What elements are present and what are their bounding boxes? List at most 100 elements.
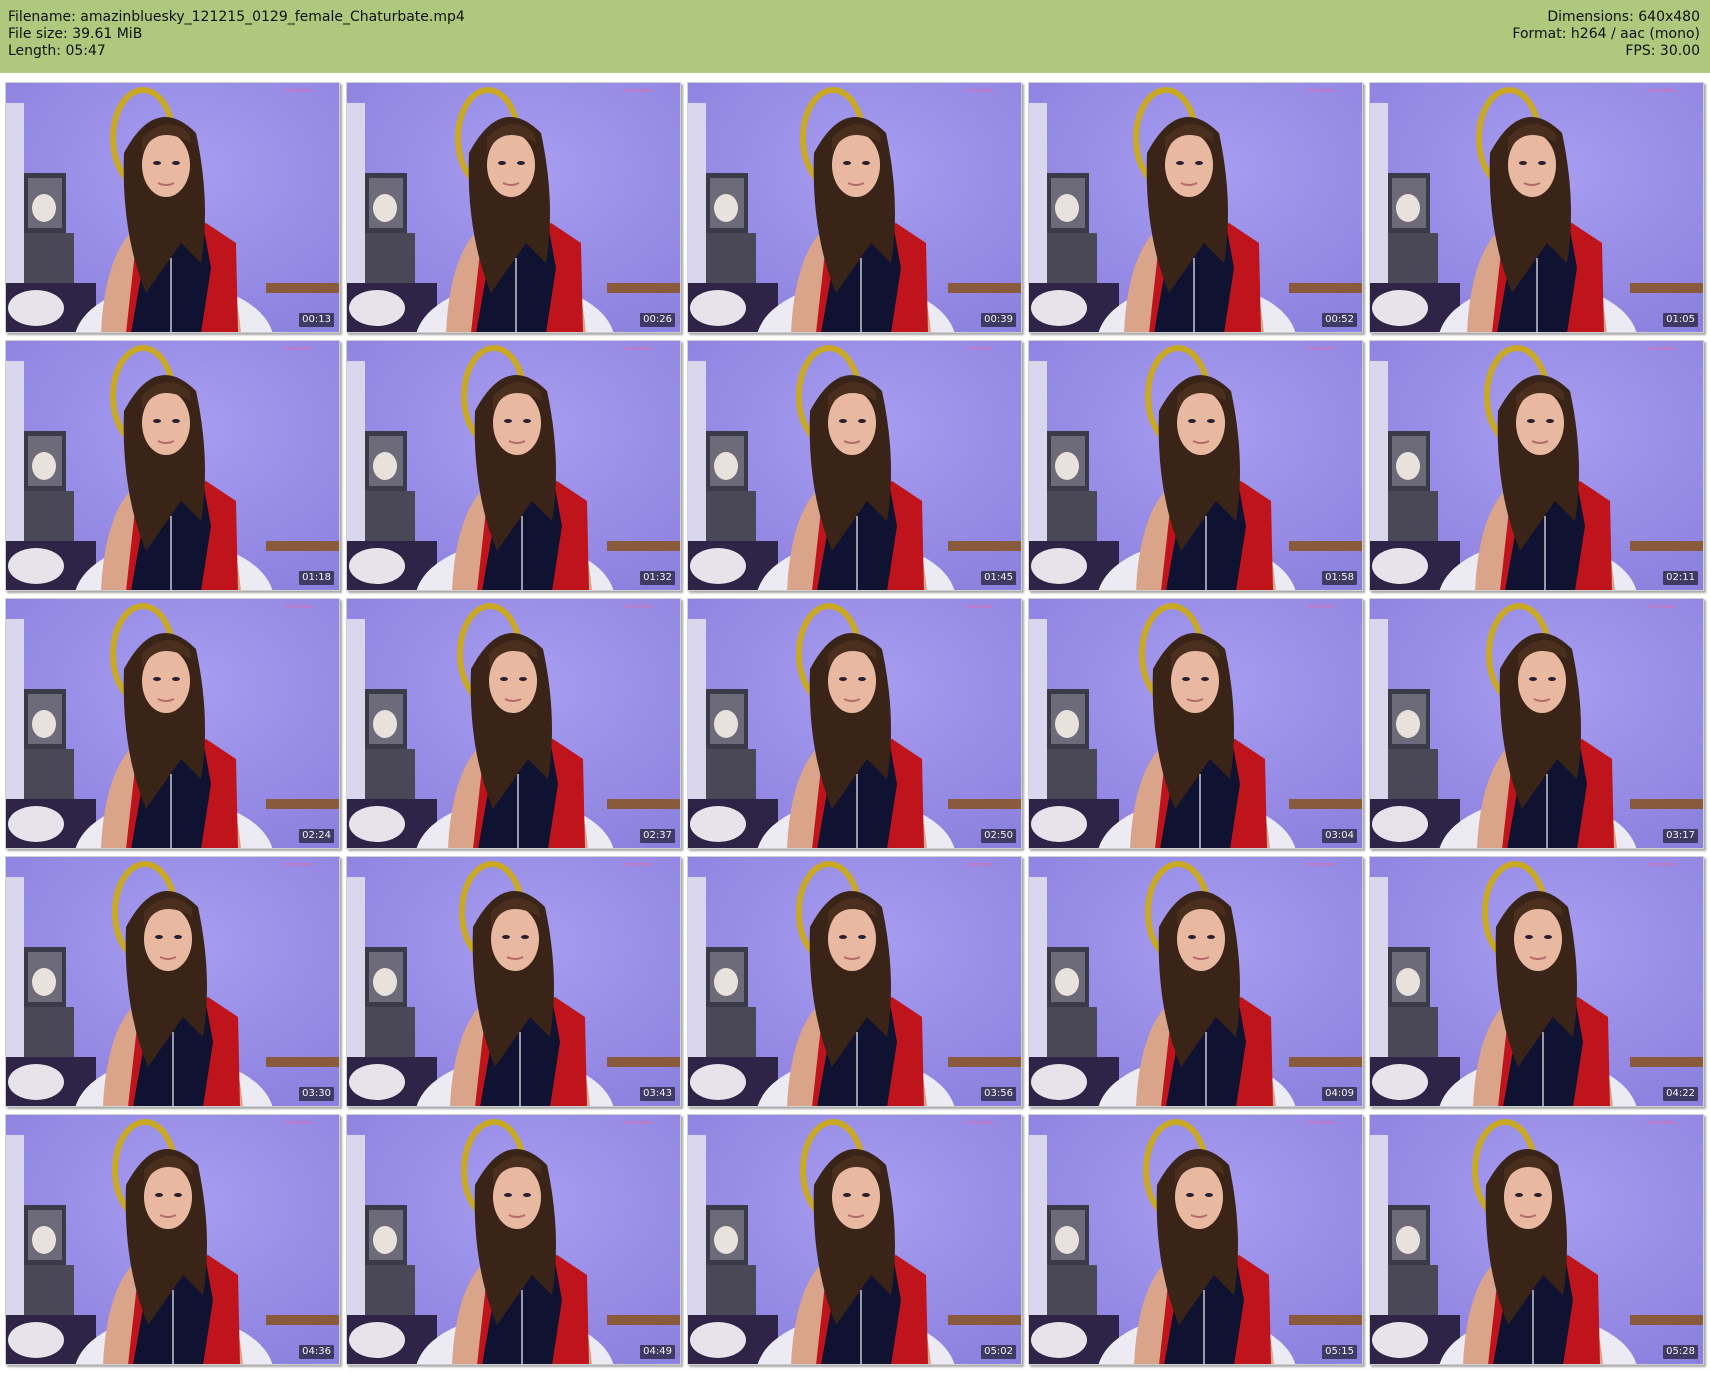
svg-text:chaturbate: chaturbate xyxy=(1648,346,1675,352)
video-thumbnail[interactable]: chaturbate 01:45 xyxy=(687,340,1022,591)
video-thumbnail[interactable]: chaturbate 01:32 xyxy=(346,340,681,591)
svg-text:chaturbate: chaturbate xyxy=(625,346,652,352)
timestamp-label: 02:37 xyxy=(640,829,675,843)
timestamp-label: 02:24 xyxy=(299,829,334,843)
svg-text:chaturbate: chaturbate xyxy=(284,1120,311,1126)
video-thumbnail[interactable]: chaturbate 05:15 xyxy=(1028,1114,1363,1365)
frame-image: chaturbate xyxy=(1370,341,1703,590)
frame-image: chaturbate xyxy=(6,599,339,848)
svg-text:chaturbate: chaturbate xyxy=(625,1120,652,1126)
video-thumbnail[interactable]: chaturbate 02:37 xyxy=(346,598,681,849)
frame-image: chaturbate xyxy=(688,857,1021,1106)
svg-text:chaturbate: chaturbate xyxy=(1307,346,1334,352)
frame-image: chaturbate xyxy=(1370,1115,1703,1364)
svg-text:chaturbate: chaturbate xyxy=(1648,604,1675,610)
timestamp-label: 04:09 xyxy=(1322,1087,1357,1101)
frame-image: chaturbate xyxy=(6,1115,339,1364)
frame-image: chaturbate xyxy=(688,1115,1021,1364)
frame-image: chaturbate xyxy=(6,857,339,1106)
video-thumbnail[interactable]: chaturbate 00:26 xyxy=(346,82,681,333)
video-thumbnail[interactable]: chaturbate 03:30 xyxy=(5,856,340,1107)
file-info: Filename: amazinbluesky_121215_0129_fema… xyxy=(8,9,465,60)
timestamp-label: 04:36 xyxy=(299,1345,334,1359)
timestamp-label: 05:02 xyxy=(981,1345,1016,1359)
svg-text:chaturbate: chaturbate xyxy=(1307,88,1334,94)
svg-text:chaturbate: chaturbate xyxy=(966,604,993,610)
timestamp-label: 03:17 xyxy=(1663,829,1698,843)
timestamp-label: 05:15 xyxy=(1322,1345,1357,1359)
timestamp-label: 00:52 xyxy=(1322,313,1357,327)
frame-image: chaturbate xyxy=(1029,341,1362,590)
timestamp-label: 03:43 xyxy=(640,1087,675,1101)
frame-image: chaturbate xyxy=(347,83,680,332)
timestamp-label: 05:28 xyxy=(1663,1345,1698,1359)
svg-text:chaturbate: chaturbate xyxy=(966,1120,993,1126)
timestamp-label: 04:49 xyxy=(640,1345,675,1359)
video-thumbnail[interactable]: chaturbate 01:58 xyxy=(1028,340,1363,591)
frame-image: chaturbate xyxy=(347,1115,680,1364)
video-thumbnail[interactable]: chaturbate 03:17 xyxy=(1369,598,1704,849)
contact-sheet: chaturbate 00:13 chaturbate 00:26 chatur… xyxy=(0,73,1710,1373)
video-thumbnail[interactable]: chaturbate 02:11 xyxy=(1369,340,1704,591)
frame-image: chaturbate xyxy=(688,341,1021,590)
frame-image: chaturbate xyxy=(1029,599,1362,848)
svg-text:chaturbate: chaturbate xyxy=(1648,88,1675,94)
fps-text: FPS: 30.00 xyxy=(1625,43,1700,59)
svg-text:chaturbate: chaturbate xyxy=(284,346,311,352)
timestamp-label: 00:26 xyxy=(640,313,675,327)
timestamp-label: 01:05 xyxy=(1663,313,1698,327)
timestamp-label: 03:56 xyxy=(981,1087,1016,1101)
video-thumbnail[interactable]: chaturbate 04:22 xyxy=(1369,856,1704,1107)
info-header: Filename: amazinbluesky_121215_0129_fema… xyxy=(0,0,1710,73)
thumbnail-grid: chaturbate 00:13 chaturbate 00:26 chatur… xyxy=(5,82,1704,1366)
frame-image: chaturbate xyxy=(1370,83,1703,332)
video-thumbnail[interactable]: chaturbate 02:50 xyxy=(687,598,1022,849)
svg-text:chaturbate: chaturbate xyxy=(284,604,311,610)
video-thumbnail[interactable]: chaturbate 03:56 xyxy=(687,856,1022,1107)
format-text: Format: h264 / aac (mono) xyxy=(1512,26,1700,42)
video-thumbnail[interactable]: chaturbate 00:52 xyxy=(1028,82,1363,333)
timestamp-label: 02:11 xyxy=(1663,571,1698,585)
video-thumbnail[interactable]: chaturbate 03:04 xyxy=(1028,598,1363,849)
svg-text:chaturbate: chaturbate xyxy=(625,604,652,610)
video-thumbnail[interactable]: chaturbate 04:36 xyxy=(5,1114,340,1365)
timestamp-label: 00:13 xyxy=(299,313,334,327)
video-thumbnail[interactable]: chaturbate 00:13 xyxy=(5,82,340,333)
frame-image: chaturbate xyxy=(1370,857,1703,1106)
svg-text:chaturbate: chaturbate xyxy=(625,88,652,94)
video-thumbnail[interactable]: chaturbate 01:05 xyxy=(1369,82,1704,333)
video-thumbnail[interactable]: chaturbate 05:02 xyxy=(687,1114,1022,1365)
dimensions-text: Dimensions: 640x480 xyxy=(1547,9,1700,25)
timestamp-label: 01:45 xyxy=(981,571,1016,585)
timestamp-label: 01:18 xyxy=(299,571,334,585)
video-thumbnail[interactable]: chaturbate 04:09 xyxy=(1028,856,1363,1107)
svg-text:chaturbate: chaturbate xyxy=(966,88,993,94)
timestamp-label: 03:04 xyxy=(1322,829,1357,843)
frame-image: chaturbate xyxy=(6,341,339,590)
frame-image: chaturbate xyxy=(347,341,680,590)
frame-image: chaturbate xyxy=(1370,599,1703,848)
length-text: Length: 05:47 xyxy=(8,43,106,59)
svg-text:chaturbate: chaturbate xyxy=(966,862,993,868)
svg-text:chaturbate: chaturbate xyxy=(1648,862,1675,868)
timestamp-label: 04:22 xyxy=(1663,1087,1698,1101)
svg-text:chaturbate: chaturbate xyxy=(966,346,993,352)
frame-image: chaturbate xyxy=(1029,1115,1362,1364)
svg-text:chaturbate: chaturbate xyxy=(1307,604,1334,610)
video-thumbnail[interactable]: chaturbate 02:24 xyxy=(5,598,340,849)
timestamp-label: 02:50 xyxy=(981,829,1016,843)
svg-text:chaturbate: chaturbate xyxy=(1307,862,1334,868)
frame-image: chaturbate xyxy=(688,83,1021,332)
frame-image: chaturbate xyxy=(6,83,339,332)
video-thumbnail[interactable]: chaturbate 05:28 xyxy=(1369,1114,1704,1365)
timestamp-label: 00:39 xyxy=(981,313,1016,327)
video-thumbnail[interactable]: chaturbate 01:18 xyxy=(5,340,340,591)
video-thumbnail[interactable]: chaturbate 00:39 xyxy=(687,82,1022,333)
frame-image: chaturbate xyxy=(347,857,680,1106)
frame-image: chaturbate xyxy=(1029,83,1362,332)
video-thumbnail[interactable]: chaturbate 04:49 xyxy=(346,1114,681,1365)
frame-image: chaturbate xyxy=(1029,857,1362,1106)
svg-text:chaturbate: chaturbate xyxy=(1307,1120,1334,1126)
video-thumbnail[interactable]: chaturbate 03:43 xyxy=(346,856,681,1107)
frame-image: chaturbate xyxy=(347,599,680,848)
